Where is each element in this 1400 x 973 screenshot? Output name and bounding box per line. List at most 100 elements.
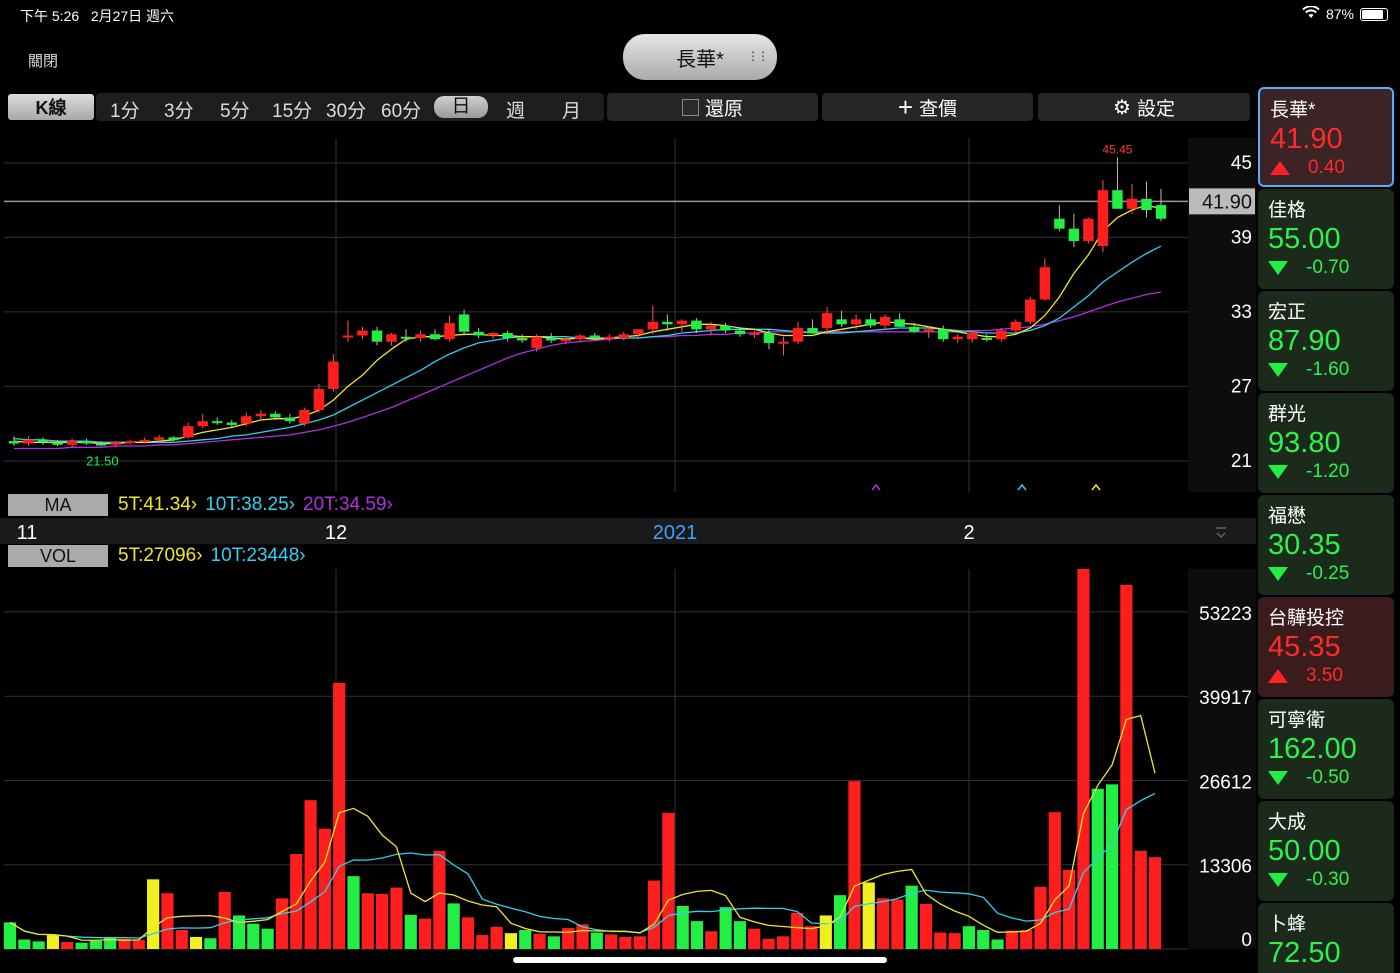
stock-price: 162.00 (1268, 733, 1357, 765)
candle-body (212, 421, 223, 424)
ma10-legend: 10T:38.25 (205, 494, 289, 515)
watchlist-item[interactable]: 可寧衛 162.00 -0.50 (1258, 699, 1394, 799)
watchlist-item[interactable]: 卜蜂 72.50 (1258, 903, 1394, 973)
candle-body (386, 334, 397, 342)
candle-body (357, 330, 368, 336)
volume-bar (633, 936, 646, 949)
period-30min[interactable]: 30分 (326, 96, 366, 123)
candle-body (37, 439, 49, 443)
price-tick-label: 21 (1231, 451, 1252, 472)
volume-bar (547, 936, 560, 949)
candle-body (1155, 205, 1167, 219)
watchlist-item[interactable]: 宏正 87.90 -1.60 (1258, 291, 1394, 391)
volume-bar (791, 912, 804, 949)
settings-label: 設定 (1136, 98, 1175, 120)
volume-bar (1120, 584, 1133, 949)
candle-body (720, 325, 731, 331)
volume-bar (705, 931, 718, 949)
volume-bar (977, 930, 990, 949)
restore-toggle[interactable]: 還原 (607, 93, 818, 121)
volume-tick-label: 13306 (1199, 857, 1252, 878)
period-3min[interactable]: 3分 (164, 96, 194, 123)
plus-icon: + (897, 92, 914, 122)
candle-body (749, 333, 760, 336)
period-60min[interactable]: 60分 (381, 96, 421, 123)
volume-bar (433, 850, 446, 949)
candle-body (618, 334, 630, 338)
stock-title-button[interactable]: 長華* ⋮⋮ (623, 34, 777, 80)
stock-price: 45.35 (1268, 631, 1341, 663)
stock-change: -1.20 (1268, 461, 1388, 482)
volume-ma-lines (9, 714, 1156, 942)
watchlist-item[interactable]: 佳格 55.00 -0.70 (1258, 189, 1394, 289)
period-day[interactable]: 日 (434, 96, 488, 118)
candle-body (923, 329, 934, 332)
volume-bar (504, 933, 518, 949)
triangle-down-icon (1268, 465, 1288, 479)
candle-body (981, 337, 992, 340)
stock-change: -0.70 (1268, 257, 1388, 278)
period-week[interactable]: 週 (506, 96, 525, 123)
kline-button[interactable]: K線 (8, 94, 94, 120)
watchlist-item[interactable]: 群光 93.80 -1.20 (1258, 393, 1394, 493)
candle-body (487, 333, 499, 336)
stock-change-value: -0.30 (1306, 869, 1350, 890)
stock-price: 87.90 (1268, 325, 1341, 357)
volume-bar (61, 942, 74, 949)
battery-percent: 87% (1325, 6, 1354, 22)
stock-name: 佳格 (1268, 200, 1307, 221)
candle-body (937, 329, 949, 340)
volume-bar (848, 781, 861, 949)
date-tick-label: 12 (325, 522, 347, 544)
chevron-right-icon: › (288, 494, 296, 515)
query-price-button[interactable]: + 查價 (822, 93, 1033, 121)
stock-name: 卜蜂 (1268, 914, 1307, 935)
candle-body (894, 319, 905, 327)
home-indicator[interactable] (513, 957, 887, 963)
candle-body (124, 441, 136, 444)
vol-label[interactable]: VOL (8, 545, 108, 567)
settings-button[interactable]: ⚙ 設定 (1038, 93, 1250, 121)
date-axis-bg (0, 518, 1256, 544)
watchlist-item[interactable]: 台驊投控 45.35 3.50 (1258, 597, 1394, 697)
candle-body (836, 319, 847, 325)
volume-bar (1148, 857, 1162, 949)
period-1min[interactable]: 1分 (110, 96, 140, 123)
candle-body (139, 439, 150, 442)
low-price-label: 21.50 (86, 453, 119, 468)
status-date: 2月27日 週六 (90, 8, 175, 24)
watchlist-item[interactable]: 大成 50.00 -0.30 (1258, 801, 1394, 901)
volume-bar (619, 936, 632, 949)
restore-checkbox[interactable] (681, 98, 699, 116)
candle-body (763, 333, 775, 343)
volume-bar (447, 903, 460, 949)
candle-body (516, 337, 528, 341)
volume-bar (533, 933, 546, 949)
volume-bar (3, 922, 17, 949)
candle-body (807, 328, 818, 334)
vol-ma5-legend: 5T:27096 (118, 545, 197, 566)
volume-bar (1091, 788, 1104, 949)
vol-ma10-legend: 10T:23448 (210, 545, 300, 566)
period-5min[interactable]: 5分 (220, 96, 250, 123)
volume-bar (275, 898, 289, 949)
volume-bar (962, 926, 976, 949)
candle-body (575, 335, 586, 340)
chart-area[interactable]: 45 39 33 27 21 41.90 45.45 21.50 11 12 2021 2 532… (0, 124, 1256, 973)
candle-body (865, 319, 876, 326)
chevron-right-icon: › (196, 545, 203, 566)
volume-bar (991, 939, 1004, 949)
candle-body (8, 441, 20, 444)
vol-ma5-line (9, 714, 1156, 942)
volume-bar (404, 914, 417, 949)
period-15min[interactable]: 15分 (272, 96, 312, 123)
close-button[interactable]: 關閉 (28, 50, 58, 71)
volume-bar (805, 926, 818, 949)
period-month[interactable]: 月 (562, 96, 581, 123)
watchlist-item[interactable]: 長華* 41.90 0.40 (1258, 87, 1394, 187)
ma-label[interactable]: MA (8, 494, 108, 516)
watchlist-item[interactable]: 福懋 30.35 -0.25 (1258, 495, 1394, 595)
volume-bar (662, 812, 675, 949)
stock-change: 0.40 (1270, 157, 1390, 178)
volume-bar (876, 898, 890, 949)
